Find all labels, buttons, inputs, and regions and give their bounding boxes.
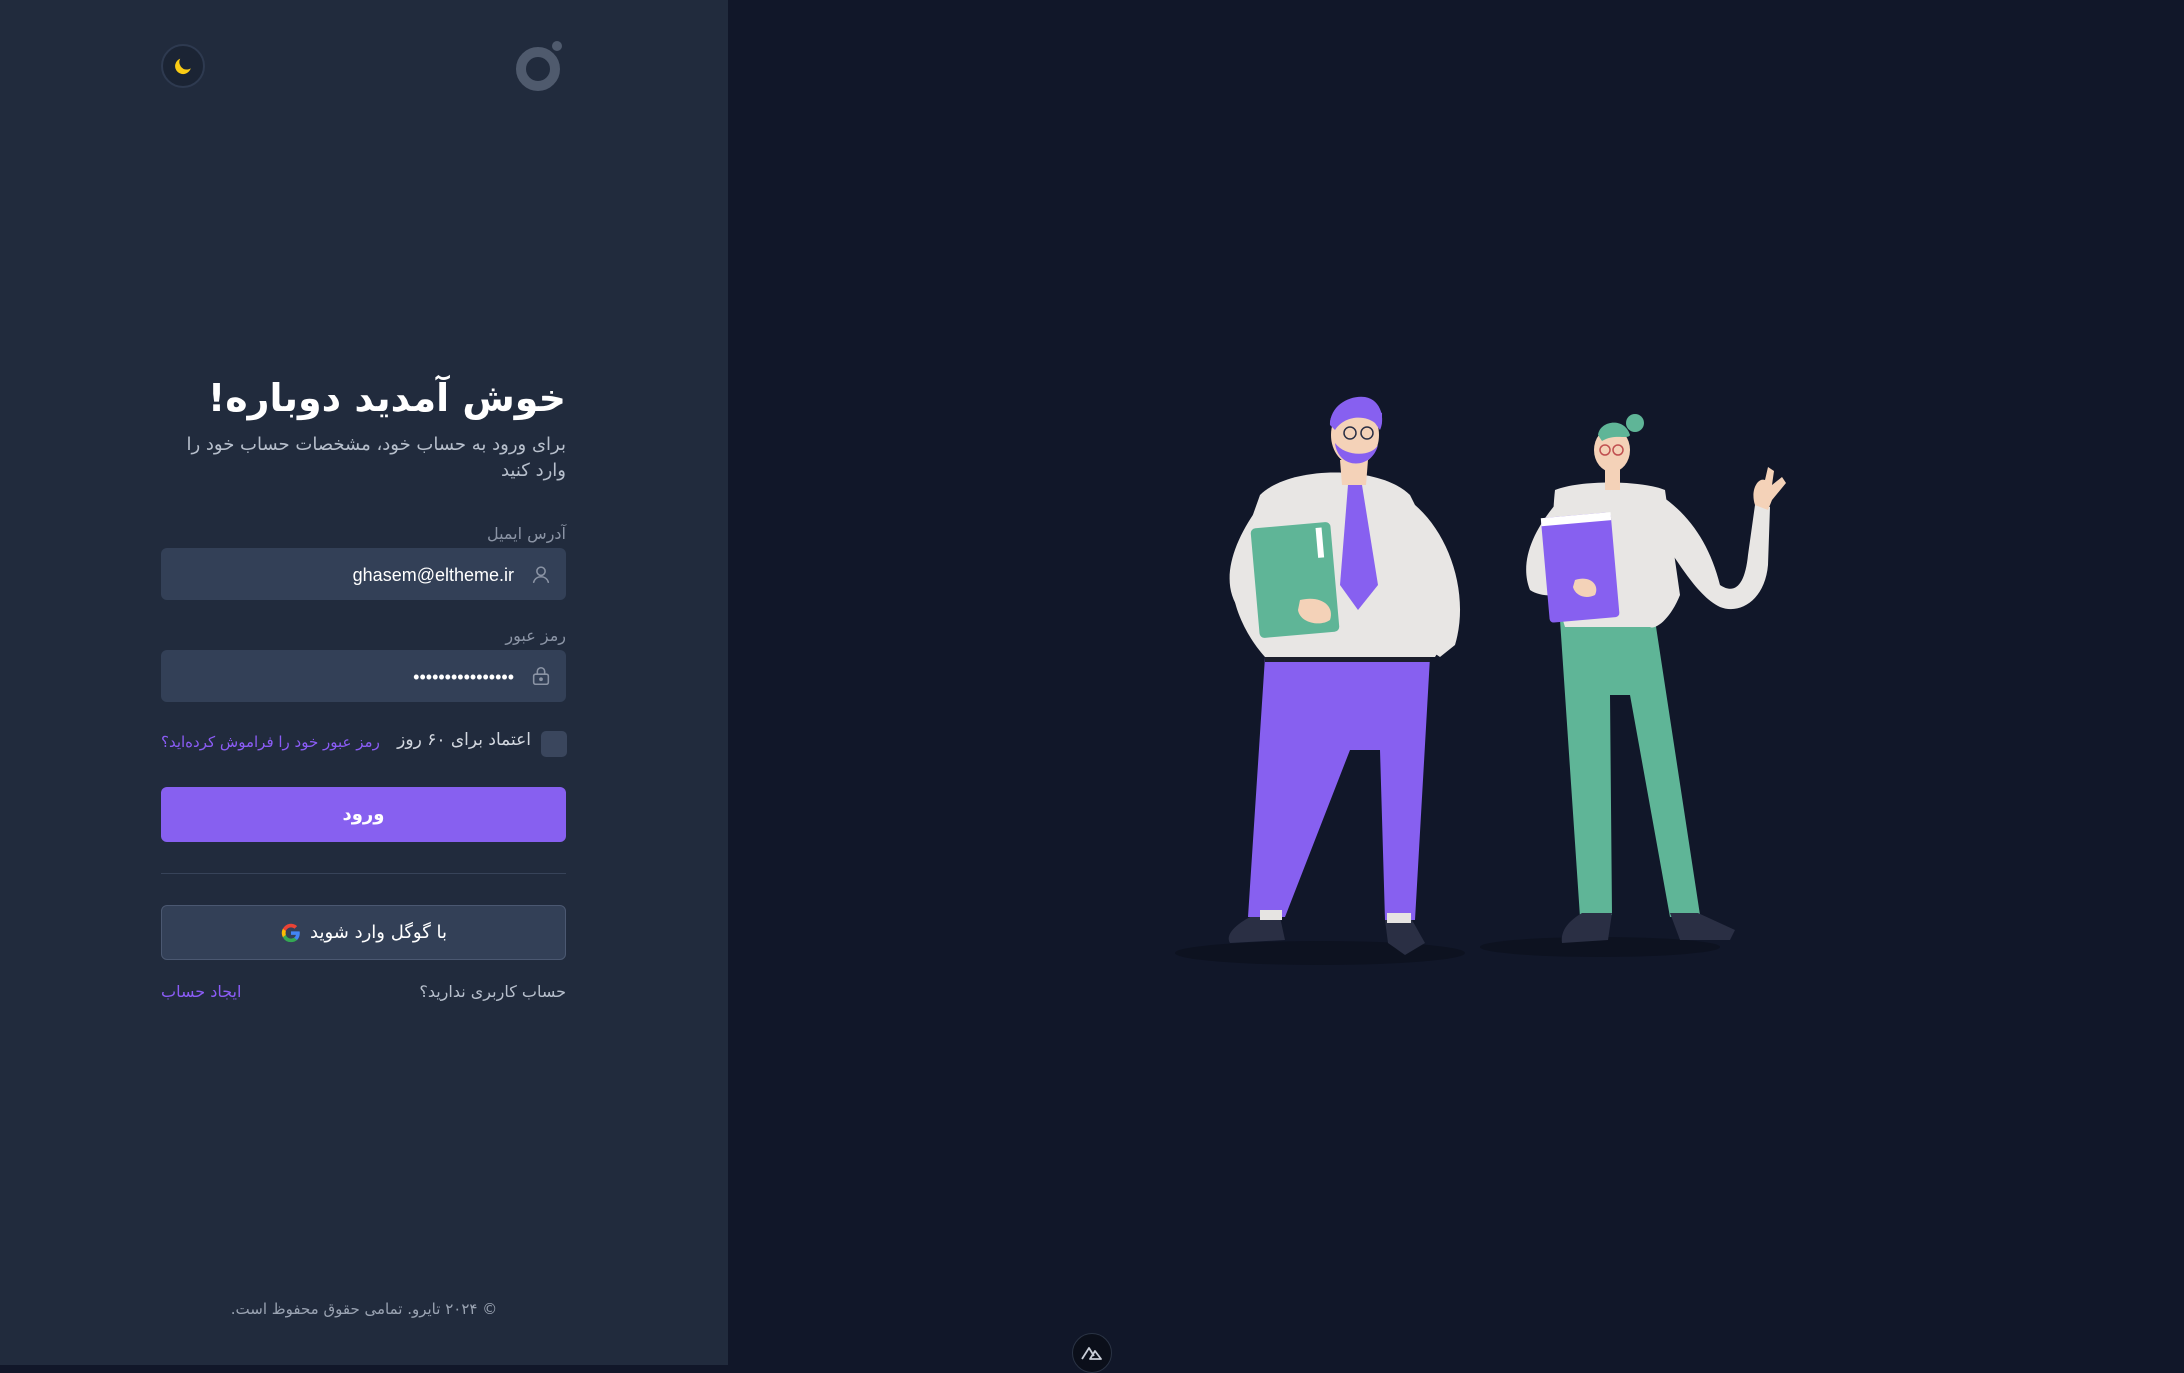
people-illustration bbox=[1175, 396, 1786, 965]
email-label: آدرس ایمیل bbox=[486, 524, 566, 543]
woman-figure bbox=[1526, 414, 1786, 943]
nuxt-icon bbox=[1081, 1347, 1102, 1360]
password-label: رمز عبور bbox=[505, 626, 566, 645]
theme-toggle-button[interactable] bbox=[161, 44, 205, 88]
login-button[interactable]: ورود bbox=[161, 787, 566, 842]
email-input[interactable] bbox=[172, 548, 516, 602]
moon-icon bbox=[175, 58, 191, 75]
logo-icon bbox=[516, 41, 562, 91]
divider bbox=[161, 873, 566, 874]
google-login-button[interactable]: با گوگل وارد شوید bbox=[161, 905, 566, 960]
remember-label: اعتماد برای ۶۰ روز bbox=[397, 730, 531, 750]
email-field[interactable] bbox=[161, 548, 566, 602]
create-account-link[interactable]: ایجاد حساب bbox=[161, 982, 241, 1001]
google-icon bbox=[281, 923, 300, 942]
page-title: خوش آمدید دوباره! bbox=[207, 376, 566, 420]
password-input[interactable] bbox=[172, 650, 516, 704]
no-account-text: حساب کاربری ندارید؟ bbox=[419, 982, 566, 1001]
password-field[interactable] bbox=[161, 650, 566, 704]
page-subtitle: برای ورود به حساب خود، مشخصات حساب خود ر… bbox=[186, 434, 566, 481]
forgot-password-link[interactable]: رمز عبور خود را فراموش کرده‌اید؟ bbox=[161, 733, 380, 751]
lock-icon bbox=[532, 666, 550, 686]
user-icon bbox=[532, 566, 550, 584]
devtools-button[interactable] bbox=[1072, 1333, 1112, 1373]
copyright-text: © ۲۰۲۴ تایرو. تمامی حقوق محفوظ است. bbox=[230, 1300, 498, 1318]
man-figure bbox=[1228, 396, 1461, 955]
google-login-label: با گوگل وارد شوید bbox=[310, 922, 447, 943]
remember-checkbox[interactable] bbox=[541, 731, 567, 757]
login-panel: خوش آمدید دوباره! برای ورود به حساب خود،… bbox=[0, 0, 728, 1365]
